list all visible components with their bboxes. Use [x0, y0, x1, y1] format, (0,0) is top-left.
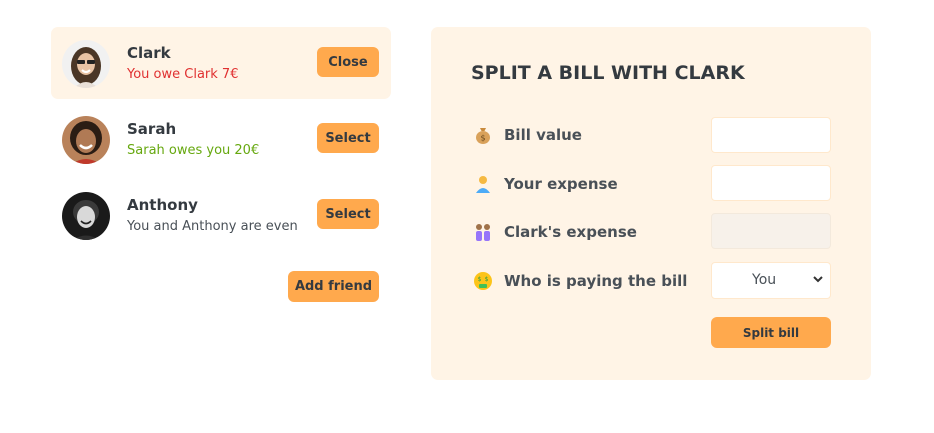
person-icon: [476, 176, 490, 193]
form-title: Split a bill with Clark: [471, 62, 745, 84]
money-face-icon: $ $: [474, 272, 492, 290]
payer-select-value: You: [752, 272, 777, 288]
split-bill-form: Split a bill with Clark $ Bill value You…: [431, 27, 871, 380]
friend-name: Sarah: [127, 120, 177, 138]
two-people-icon: [476, 224, 490, 241]
friend-balance: You owe Clark 7€: [127, 67, 239, 82]
friend-balance: You and Anthony are even: [127, 219, 298, 234]
add-friend-button[interactable]: Add friend: [288, 271, 379, 302]
friend-expense-input: [711, 213, 831, 249]
friend-item-anthony[interactable]: Anthony You and Anthony are even Select: [51, 179, 391, 251]
friend-name: Anthony: [127, 196, 198, 214]
friend-expense-row: Clark's expense: [473, 222, 637, 242]
split-bill-button[interactable]: Split bill: [711, 317, 831, 348]
avatar: [62, 40, 110, 88]
avatar: [62, 116, 110, 164]
select-button[interactable]: Select: [317, 123, 379, 153]
your-expense-input[interactable]: [711, 165, 831, 201]
close-button[interactable]: Close: [317, 47, 379, 77]
chevron-down-icon: [813, 276, 823, 283]
friends-list: Clark You owe Clark 7€ Close Sarah Sarah…: [51, 27, 391, 302]
friend-name: Clark: [127, 44, 171, 62]
svg-text:$: $: [485, 276, 489, 283]
select-button[interactable]: Select: [317, 199, 379, 229]
bill-value-label: Bill value: [504, 126, 582, 144]
friend-info: Sarah Sarah owes you 20€: [127, 119, 259, 159]
svg-text:$: $: [480, 134, 485, 143]
your-expense-label: Your expense: [504, 175, 618, 193]
bill-value-input[interactable]: [711, 117, 831, 153]
your-expense-row: Your expense: [473, 174, 618, 194]
svg-text:$: $: [478, 276, 482, 283]
friend-expense-label: Clark's expense: [504, 223, 637, 241]
friend-item-clark[interactable]: Clark You owe Clark 7€ Close: [51, 27, 391, 99]
friend-info: Anthony You and Anthony are even: [127, 195, 298, 235]
avatar: [62, 192, 110, 240]
payer-row: $ $ Who is paying the bill: [473, 271, 687, 291]
money-bag-icon: $: [476, 128, 490, 144]
bill-value-row: $ Bill value: [473, 125, 582, 145]
payer-select[interactable]: You: [711, 262, 831, 299]
payer-label: Who is paying the bill: [504, 272, 688, 290]
friend-item-sarah[interactable]: Sarah Sarah owes you 20€ Select: [51, 103, 391, 175]
friend-balance: Sarah owes you 20€: [127, 143, 260, 158]
friend-info: Clark You owe Clark 7€: [127, 43, 238, 83]
